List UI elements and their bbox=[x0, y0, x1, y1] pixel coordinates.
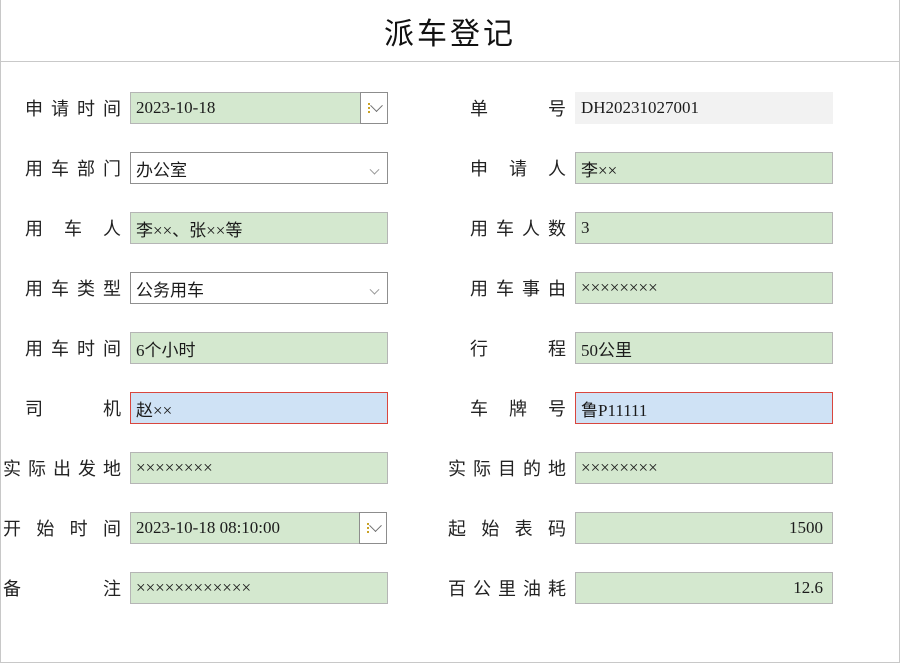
order-no-text: DH20231027001 bbox=[581, 98, 699, 118]
apply-date-value: 2023-10-18 bbox=[136, 98, 215, 118]
actual-destination-value: ×××××××× bbox=[581, 458, 658, 478]
mileage-value: 50公里 bbox=[581, 336, 632, 361]
label-fuel-consumption: 百公里油耗 bbox=[448, 575, 566, 601]
form-cell-reason: 用车事由 ×××××××× bbox=[450, 272, 899, 304]
spin-dots-icon bbox=[368, 103, 370, 113]
start-time-spin-button[interactable] bbox=[359, 512, 387, 544]
vehicle-type-value: 公务用车 bbox=[136, 276, 204, 301]
order-no-value: DH20231027001 bbox=[575, 92, 833, 124]
form-cell-driver: 司 机 赵×× bbox=[1, 392, 450, 424]
vehicle-type-select[interactable]: 公务用车 bbox=[130, 272, 388, 304]
chevron-down-icon bbox=[369, 519, 382, 532]
label-start-time: 开始时间 bbox=[3, 515, 121, 541]
use-duration-value: 6个小时 bbox=[136, 336, 196, 361]
driver-input[interactable]: 赵×× bbox=[130, 392, 388, 424]
label-apply-date: 申请时间 bbox=[25, 95, 121, 121]
label-driver: 司 机 bbox=[25, 395, 121, 421]
mileage-input[interactable]: 50公里 bbox=[575, 332, 833, 364]
label-passenger-count: 用车人数 bbox=[470, 215, 566, 241]
passengers-input[interactable]: 李××、张××等 bbox=[130, 212, 388, 244]
remarks-input[interactable]: ×××××××××××× bbox=[130, 572, 388, 604]
apply-date-input[interactable]: 2023-10-18 bbox=[130, 92, 360, 124]
form-cell-passengers: 用 车 人 李××、张××等 bbox=[1, 212, 450, 244]
reason-value: ×××××××× bbox=[581, 278, 658, 298]
form-cell-use-duration: 用车时间 6个小时 bbox=[1, 332, 450, 364]
reason-input[interactable]: ×××××××× bbox=[575, 272, 833, 304]
page-title: 派车登记 bbox=[384, 9, 516, 53]
passenger-count-input[interactable]: 3 bbox=[575, 212, 833, 244]
form-cell-start-odometer: 起始表码 1500 bbox=[450, 512, 899, 544]
chevron-down-icon bbox=[370, 99, 383, 112]
form-cell-order-no: 单 号 DH20231027001 bbox=[450, 92, 899, 124]
form-cell-vehicle-type: 用车类型 公务用车 bbox=[1, 272, 450, 304]
form-cell-actual-destination: 实际目的地 ×××××××× bbox=[450, 452, 899, 484]
actual-destination-input[interactable]: ×××××××× bbox=[575, 452, 833, 484]
department-select[interactable]: 办公室 bbox=[130, 152, 388, 184]
form-body: 申请时间 2023-10-18 单 号 DH20231027001 bbox=[1, 62, 899, 618]
label-order-no: 单 号 bbox=[470, 95, 566, 121]
start-odometer-value: 1500 bbox=[789, 518, 823, 538]
form-cell-passenger-count: 用车人数 3 bbox=[450, 212, 899, 244]
form-row: 司 机 赵×× 车 牌 号 鲁P11111 bbox=[1, 378, 899, 438]
form-row: 用车部门 办公室 申 请 人 李×× bbox=[1, 138, 899, 198]
form-row: 申请时间 2023-10-18 单 号 DH20231027001 bbox=[1, 78, 899, 138]
applicant-input[interactable]: 李×× bbox=[575, 152, 833, 184]
form-row: 用 车 人 李××、张××等 用车人数 3 bbox=[1, 198, 899, 258]
start-time-picker[interactable]: 2023-10-18 08:10:00 bbox=[130, 512, 388, 544]
form-cell-fuel-consumption: 百公里油耗 12.6 bbox=[450, 572, 899, 604]
label-use-duration: 用车时间 bbox=[25, 335, 121, 361]
page-header: 派车登记 bbox=[1, 0, 899, 62]
actual-origin-input[interactable]: ×××××××× bbox=[130, 452, 388, 484]
vehicle-dispatch-form-page: 派车登记 申请时间 2023-10-18 单 号 bbox=[0, 0, 900, 663]
form-row: 用车时间 6个小时 行 程 50公里 bbox=[1, 318, 899, 378]
label-reason: 用车事由 bbox=[470, 275, 566, 301]
label-passengers: 用 车 人 bbox=[25, 215, 121, 241]
form-cell-plate-number: 车 牌 号 鲁P11111 bbox=[450, 392, 899, 424]
fuel-consumption-input[interactable]: 12.6 bbox=[575, 572, 833, 604]
form-row: 开始时间 2023-10-18 08:10:00 起始表码 1500 bbox=[1, 498, 899, 558]
label-department: 用车部门 bbox=[25, 155, 121, 181]
spin-dots-icon bbox=[367, 523, 369, 533]
driver-value: 赵×× bbox=[136, 396, 172, 421]
plate-number-input[interactable]: 鲁P11111 bbox=[575, 392, 833, 424]
label-actual-destination: 实际目的地 bbox=[448, 455, 566, 481]
label-applicant: 申 请 人 bbox=[470, 155, 566, 181]
form-cell-applicant: 申 请 人 李×× bbox=[450, 152, 899, 184]
use-duration-input[interactable]: 6个小时 bbox=[130, 332, 388, 364]
actual-origin-value: ×××××××× bbox=[136, 458, 213, 478]
start-odometer-input[interactable]: 1500 bbox=[575, 512, 833, 544]
department-value: 办公室 bbox=[136, 156, 187, 181]
form-cell-mileage: 行 程 50公里 bbox=[450, 332, 899, 364]
form-cell-start-time: 开始时间 2023-10-18 08:10:00 bbox=[1, 512, 450, 544]
passengers-value: 李××、张××等 bbox=[136, 216, 242, 241]
label-vehicle-type: 用车类型 bbox=[25, 275, 121, 301]
remarks-value: ×××××××××××× bbox=[136, 578, 251, 598]
chevron-down-icon bbox=[371, 281, 378, 301]
form-cell-actual-origin: 实际出发地 ×××××××× bbox=[1, 452, 450, 484]
label-mileage: 行 程 bbox=[470, 335, 566, 361]
form-cell-remarks: 备 注 ×××××××××××× bbox=[1, 572, 450, 604]
plate-number-value: 鲁P11111 bbox=[581, 396, 647, 421]
passenger-count-value: 3 bbox=[581, 218, 590, 238]
form-row: 备 注 ×××××××××××× 百公里油耗 12.6 bbox=[1, 558, 899, 618]
fuel-consumption-value: 12.6 bbox=[793, 578, 823, 598]
label-plate-number: 车 牌 号 bbox=[470, 395, 566, 421]
form-cell-apply-date: 申请时间 2023-10-18 bbox=[1, 92, 450, 124]
form-row: 用车类型 公务用车 用车事由 ×××××××× bbox=[1, 258, 899, 318]
start-time-value: 2023-10-18 08:10:00 bbox=[136, 518, 280, 538]
apply-date-spin-button[interactable] bbox=[360, 92, 388, 124]
form-row: 实际出发地 ×××××××× 实际目的地 ×××××××× bbox=[1, 438, 899, 498]
label-actual-origin: 实际出发地 bbox=[3, 455, 121, 481]
label-start-odometer: 起始表码 bbox=[448, 515, 566, 541]
applicant-value: 李×× bbox=[581, 156, 617, 181]
chevron-down-icon bbox=[371, 161, 378, 181]
start-time-input[interactable]: 2023-10-18 08:10:00 bbox=[130, 512, 359, 544]
form-cell-department: 用车部门 办公室 bbox=[1, 152, 450, 184]
apply-date-picker[interactable]: 2023-10-18 bbox=[130, 92, 388, 124]
label-remarks: 备 注 bbox=[3, 575, 121, 601]
